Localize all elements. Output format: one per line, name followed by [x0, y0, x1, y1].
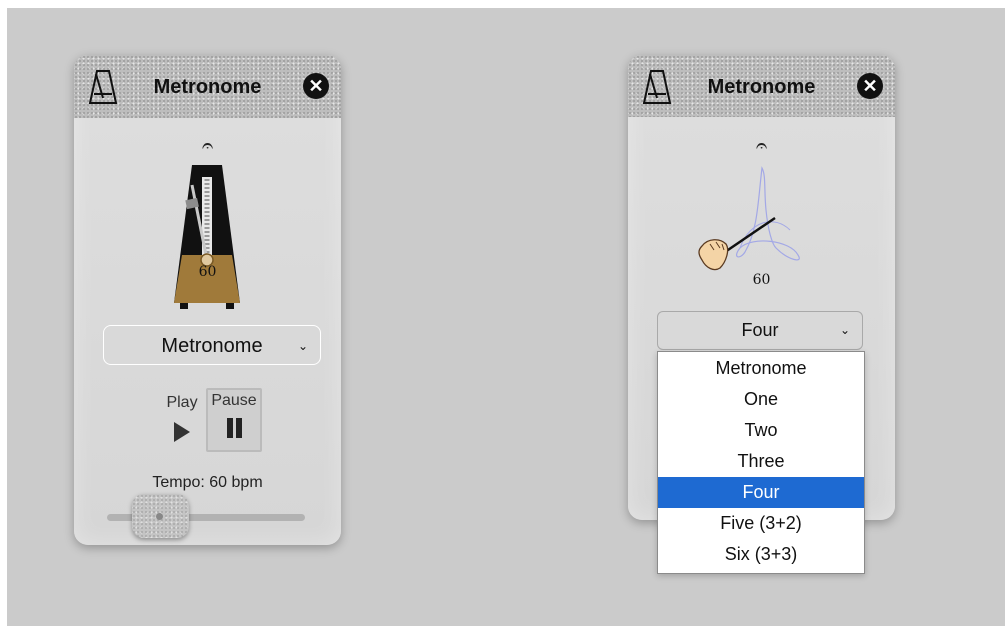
widget-header: Metronome ✕ [74, 55, 341, 118]
close-icon[interactable]: ✕ [857, 73, 883, 99]
fermata-icon: 𝄐 [755, 135, 768, 157]
option-six[interactable]: Six (3+3) [658, 539, 864, 570]
chevron-down-icon: ⌄ [297, 339, 308, 353]
option-three[interactable]: Three [658, 446, 864, 477]
pattern-select-value: Four [741, 320, 779, 340]
metronome-widget-left: Metronome ✕ 𝄐 60 Metronome ⌄ Play Pause … [74, 55, 341, 545]
close-icon[interactable]: ✕ [303, 73, 329, 99]
play-label: Play [166, 394, 198, 411]
conductor-illustration [698, 166, 800, 271]
widget-title: Metronome [707, 76, 816, 98]
tempo-number: 60 [198, 264, 217, 280]
tempo-label: Tempo: 60 bpm [152, 474, 263, 491]
chevron-down-icon: ⌄ [839, 323, 850, 337]
option-two[interactable]: Two [658, 415, 864, 446]
widget-header: Metronome ✕ [628, 55, 895, 117]
pause-label: Pause [211, 392, 257, 409]
tempo-number: 60 [752, 272, 771, 288]
pause-button[interactable]: Pause [206, 388, 262, 452]
option-four[interactable]: Four [658, 477, 864, 508]
pattern-select[interactable]: Metronome ⌄ [103, 325, 321, 365]
option-metronome[interactable]: Metronome [658, 353, 864, 384]
metronome-illustration [174, 165, 240, 309]
play-icon [174, 422, 190, 442]
pattern-dropdown-list: Metronome One Two Three Four Five (3+2) … [657, 351, 865, 574]
option-one[interactable]: One [658, 384, 864, 415]
widget-title: Metronome [153, 76, 262, 98]
pause-icon [225, 418, 243, 438]
metronome-icon [88, 70, 118, 104]
metronome-icon [642, 70, 672, 104]
pattern-select-value: Metronome [161, 335, 263, 357]
play-button[interactable]: Play [162, 392, 202, 442]
pattern-select[interactable]: Four ⌄ [657, 311, 863, 350]
option-five[interactable]: Five (3+2) [658, 508, 864, 539]
tempo-slider-thumb[interactable] [132, 494, 189, 538]
